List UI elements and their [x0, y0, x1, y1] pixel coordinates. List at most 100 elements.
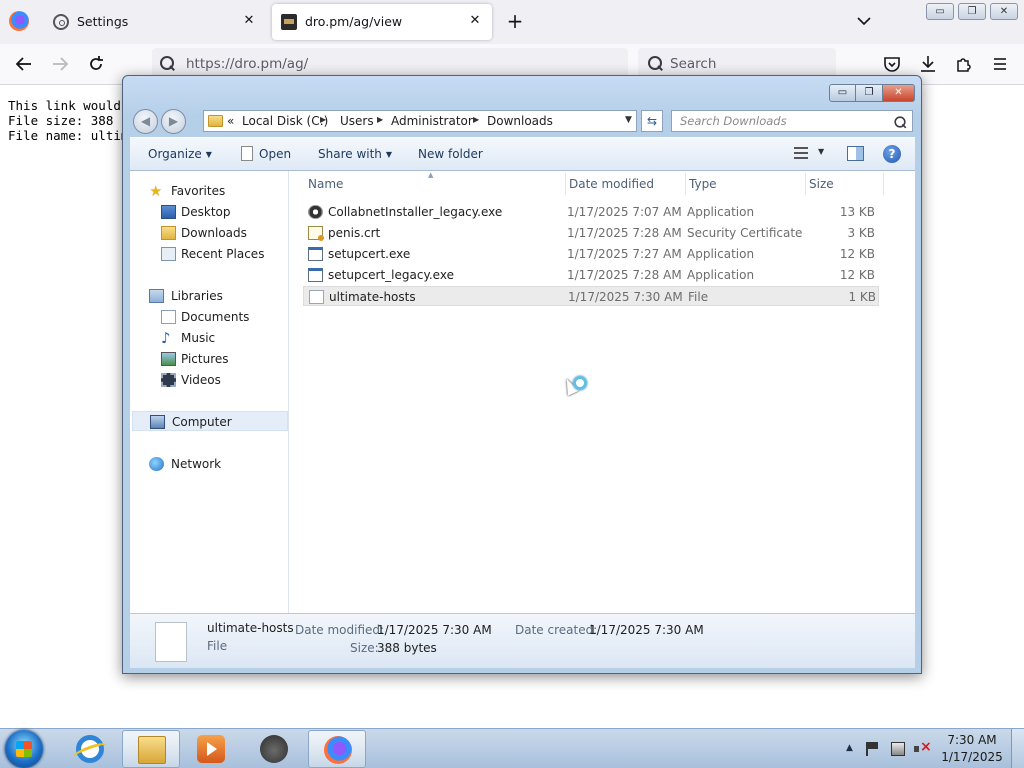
media-player-icon: [197, 735, 225, 763]
search-placeholder[interactable]: Search: [670, 56, 716, 72]
start-button[interactable]: [5, 730, 43, 768]
nav-item-computer[interactable]: Computer: [132, 411, 288, 431]
taskbar-firefox[interactable]: [308, 730, 366, 768]
breadcrumb-arrow-icon[interactable]: ▶: [377, 115, 383, 124]
libraries-icon: [149, 289, 164, 303]
breadcrumb-administrator[interactable]: Administrator: [391, 114, 473, 128]
search-downloads-input[interactable]: Search Downloads: [671, 110, 913, 132]
minimize-button[interactable]: ▭: [829, 84, 856, 102]
share-with-button[interactable]: Share with ▼: [318, 147, 392, 161]
file-row[interactable]: setupcert_legacy.exe 1/17/2025 7:28 AM A…: [303, 265, 879, 285]
address-bar[interactable]: « Local Disk (C:) ▶ Users ▶ Administrato…: [203, 110, 637, 132]
breadcrumb-arrow-icon[interactable]: ▶: [320, 115, 326, 124]
back-button[interactable]: ◀: [133, 109, 158, 134]
view-options-icon[interactable]: [794, 147, 808, 159]
close-window-button[interactable]: ✕: [990, 3, 1018, 20]
pocket-icon[interactable]: [882, 54, 902, 74]
tab-settings[interactable]: Settings ✕: [44, 4, 266, 40]
column-header-date-modified[interactable]: Date modified: [569, 177, 654, 191]
restore-button[interactable]: ❐: [958, 3, 986, 20]
taskbar-windows-explorer[interactable]: [122, 730, 180, 768]
window-caption-buttons: ▭ ❐ ✕: [829, 84, 915, 102]
breadcrumb-downloads[interactable]: Downloads: [487, 114, 553, 128]
breadcrumb-overflow[interactable]: «: [227, 114, 234, 128]
nav-item-music[interactable]: ♪ Music: [130, 328, 288, 348]
file-size: 1 KB: [848, 290, 876, 304]
column-divider[interactable]: [805, 173, 806, 195]
organize-button[interactable]: Organize ▼: [148, 147, 212, 161]
firefox-icon[interactable]: [9, 11, 29, 31]
browser-tab-strip: Settings ✕ dro.pm/ag/view ✕ + ▭ ❐ ✕: [0, 0, 1024, 44]
column-header-type[interactable]: Type: [689, 177, 717, 191]
file-row[interactable]: setupcert.exe 1/17/2025 7:27 AM Applicat…: [303, 244, 879, 264]
nav-item-network[interactable]: Network: [130, 454, 288, 474]
nav-label: Desktop: [181, 205, 231, 219]
url-text[interactable]: https://dro.pm/ag/: [186, 56, 308, 72]
minimize-button[interactable]: ▭: [926, 3, 954, 20]
nav-label: Recent Places: [181, 247, 265, 261]
taskbar-raccoon-app[interactable]: [245, 730, 303, 768]
history-dropdown-icon[interactable]: ▼: [625, 115, 632, 125]
volume-muted-icon[interactable]: [914, 739, 932, 756]
nav-label: Documents: [181, 310, 250, 324]
desktop-icon: [161, 205, 176, 219]
nav-item-videos[interactable]: Videos: [130, 370, 288, 390]
forward-arrow-icon[interactable]: [50, 54, 70, 74]
certificate-icon: [308, 226, 324, 241]
search-icon[interactable]: [893, 115, 907, 129]
nav-item-downloads[interactable]: Downloads: [130, 223, 288, 243]
maximize-button[interactable]: ❐: [856, 84, 883, 102]
nav-item-favorites[interactable]: ★ Favorites: [130, 181, 288, 201]
nav-item-desktop[interactable]: Desktop: [130, 202, 288, 222]
column-header-name[interactable]: Name: [308, 177, 343, 191]
internet-explorer-icon: [76, 735, 104, 763]
chevron-down-icon[interactable]: ▼: [818, 147, 824, 156]
close-tab-icon[interactable]: ✕: [240, 12, 258, 30]
show-hidden-icons-icon[interactable]: ▲: [846, 743, 853, 753]
file-row-selected[interactable]: ultimate-hosts 1/17/2025 7:30 AM File 1 …: [303, 286, 879, 306]
column-divider[interactable]: [685, 173, 686, 195]
clock-time[interactable]: 7:30 AM: [940, 733, 1004, 747]
open-button[interactable]: Open: [241, 146, 291, 161]
nav-item-pictures[interactable]: Pictures: [130, 349, 288, 369]
breadcrumb-arrow-icon[interactable]: ▶: [473, 115, 479, 124]
file-row[interactable]: CollabnetInstaller_legacy.exe 1/17/2025 …: [303, 202, 879, 222]
taskbar-media-player[interactable]: [182, 730, 240, 768]
download-icon[interactable]: [918, 54, 938, 74]
nav-item-recent-places[interactable]: Recent Places: [130, 244, 288, 264]
file-name: CollabnetInstaller_legacy.exe: [328, 205, 503, 219]
new-folder-button[interactable]: New folder: [418, 147, 483, 161]
back-arrow-icon[interactable]: [14, 54, 34, 74]
breadcrumb-users[interactable]: Users: [340, 114, 374, 128]
preview-pane-icon[interactable]: [847, 146, 864, 161]
file-icon: [309, 290, 324, 304]
close-tab-icon[interactable]: ✕: [466, 12, 484, 30]
new-tab-button[interactable]: +: [504, 11, 526, 33]
forward-button[interactable]: ▶: [161, 109, 186, 134]
file-size: 12 KB: [839, 247, 875, 261]
gear-icon: [53, 14, 69, 30]
column-header-size[interactable]: Size: [809, 177, 834, 191]
details-date-modified: 1/17/2025 7:30 AM: [377, 623, 492, 637]
breadcrumb-local-disk[interactable]: Local Disk (C:): [242, 114, 328, 128]
nav-item-libraries[interactable]: Libraries: [130, 286, 288, 306]
tab-dro-pm[interactable]: dro.pm/ag/view ✕: [272, 4, 492, 40]
show-desktop-button[interactable]: [1011, 729, 1024, 768]
file-row[interactable]: penis.crt 1/17/2025 7:28 AM Security Cer…: [303, 223, 879, 243]
chevron-down-icon[interactable]: [854, 13, 874, 31]
nav-item-documents[interactable]: Documents: [130, 307, 288, 327]
help-icon[interactable]: ?: [883, 145, 901, 163]
column-divider[interactable]: [565, 173, 566, 195]
firefox-icon: [324, 736, 352, 764]
close-window-button[interactable]: ✕: [883, 84, 915, 102]
taskbar-internet-explorer[interactable]: [61, 730, 119, 768]
extensions-icon[interactable]: [954, 54, 974, 74]
reload-icon[interactable]: [86, 54, 106, 74]
column-divider[interactable]: [883, 173, 884, 195]
action-center-flag-icon[interactable]: [866, 742, 880, 756]
file-type: Security Certificate: [687, 226, 803, 240]
clock-date[interactable]: 1/17/2025: [940, 750, 1004, 764]
menu-icon[interactable]: [990, 54, 1010, 74]
network-status-icon[interactable]: [891, 742, 905, 756]
refresh-button[interactable]: ⇆: [641, 110, 663, 132]
